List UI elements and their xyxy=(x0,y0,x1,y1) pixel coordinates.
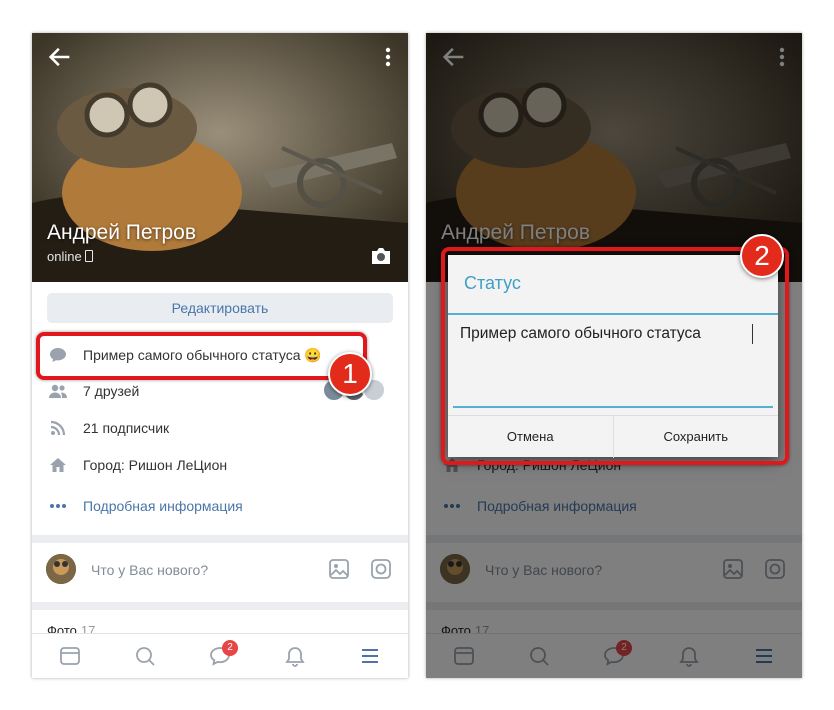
home-icon xyxy=(47,454,69,476)
followers-count: 21 подписчик xyxy=(83,420,170,436)
news-icon xyxy=(59,647,80,665)
friends-icon xyxy=(47,380,69,402)
online-label: online xyxy=(47,249,82,264)
tab-messages[interactable]: 2 xyxy=(200,639,240,673)
city-text: Город: Ришон ЛеЦион xyxy=(83,457,228,473)
city-row: Город: Ришон ЛеЦион xyxy=(47,453,227,477)
friends-count: 7 друзей xyxy=(83,383,140,399)
image-icon[interactable] xyxy=(328,558,350,580)
tab-menu[interactable] xyxy=(350,639,390,673)
dialog-highlight-frame xyxy=(441,247,789,465)
online-status: online xyxy=(47,249,93,264)
camera-outline-icon[interactable] xyxy=(370,558,392,580)
search-icon xyxy=(135,647,155,666)
more-vertical-icon[interactable] xyxy=(378,43,398,71)
cover-photo: Андрей Петров online xyxy=(32,33,408,282)
more-horizontal-icon xyxy=(47,495,69,517)
tab-news[interactable] xyxy=(50,639,90,673)
followers-row[interactable]: 21 подписчик xyxy=(47,416,169,440)
messages-badge: 2 xyxy=(221,640,238,656)
avatar xyxy=(46,554,76,584)
profile-name: Андрей Петров xyxy=(47,221,196,244)
camera-icon[interactable] xyxy=(370,247,392,265)
step-badge-1: 1 xyxy=(328,352,372,396)
composer-placeholder: Что у Вас нового? xyxy=(91,562,209,578)
rss-icon xyxy=(47,417,69,439)
details-link[interactable]: Подробная информация xyxy=(47,494,243,518)
tab-bar: 2 xyxy=(32,633,408,678)
section-divider xyxy=(32,535,408,543)
status-highlight-frame xyxy=(36,332,367,380)
step-badge-2: 2 xyxy=(740,234,784,278)
menu-icon xyxy=(362,649,379,663)
details-link-label: Подробная информация xyxy=(83,498,243,514)
tab-search[interactable] xyxy=(125,639,165,673)
edit-profile-button[interactable]: Редактировать xyxy=(47,293,393,323)
friends-row[interactable]: 7 друзей xyxy=(47,379,139,403)
back-arrow-icon[interactable] xyxy=(46,43,74,71)
post-composer[interactable]: Что у Вас нового? xyxy=(32,546,408,602)
tab-notifications[interactable] xyxy=(275,639,315,673)
mobile-device-icon xyxy=(84,250,93,262)
section-divider xyxy=(32,602,408,610)
bell-icon xyxy=(285,647,305,667)
